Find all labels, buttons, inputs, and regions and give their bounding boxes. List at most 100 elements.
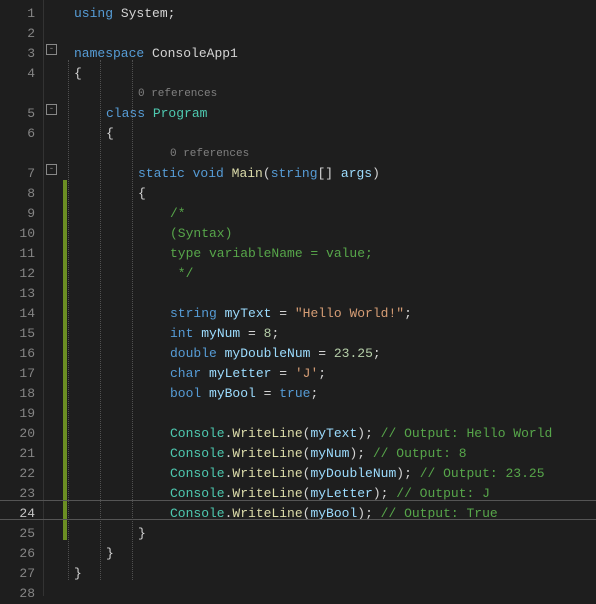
token-p: ;	[271, 326, 279, 341]
token-cmt: /*	[170, 206, 186, 221]
fold-toggle[interactable]: -	[46, 44, 57, 55]
token-str: "Hello World!"	[295, 306, 404, 321]
code-line[interactable]: /*	[74, 204, 596, 224]
token-mth: WriteLine	[232, 466, 302, 481]
token-var: myText	[310, 426, 357, 441]
code-line[interactable]: class Program	[74, 104, 596, 124]
code-line[interactable]: }	[74, 544, 596, 564]
token-p	[145, 106, 153, 121]
code-line[interactable]: Console.WriteLine(myText); // Output: He…	[74, 424, 596, 444]
token-kw: class	[106, 106, 145, 121]
token-p: {	[106, 126, 114, 141]
token-cls: Console	[170, 426, 225, 441]
code-line[interactable]: {	[74, 124, 596, 144]
code-line[interactable]: string myText = "Hello World!";	[74, 304, 596, 324]
fold-toggle[interactable]: -	[46, 164, 57, 175]
token-kw: string	[170, 306, 217, 321]
token-var: myDoubleNum	[225, 346, 311, 361]
token-p: );	[396, 466, 419, 481]
code-line[interactable]: {	[74, 64, 596, 84]
token-cmt: */	[170, 266, 193, 281]
token-cmt: type variableName = value;	[170, 246, 373, 261]
line-number: 7	[0, 164, 35, 184]
token-str: 'J'	[295, 366, 318, 381]
line-number: 21	[0, 444, 35, 464]
code-line[interactable]	[74, 404, 596, 424]
line-number: 10	[0, 224, 35, 244]
code-line[interactable]: Console.WriteLine(myBool); // Output: Tr…	[74, 504, 596, 524]
line-number: 5	[0, 104, 35, 124]
token-p: =	[310, 346, 333, 361]
token-mth: WriteLine	[232, 426, 302, 441]
codelens-references[interactable]: 0 references	[74, 144, 596, 164]
token-kw: namespace	[74, 46, 144, 61]
line-number: 17	[0, 364, 35, 384]
code-line[interactable]: }	[74, 564, 596, 584]
token-p: );	[373, 486, 396, 501]
line-number: 22	[0, 464, 35, 484]
code-line[interactable]: (Syntax)	[74, 224, 596, 244]
token-p: =	[271, 306, 294, 321]
token-p: =	[256, 386, 279, 401]
code-line[interactable]: double myDoubleNum = 23.25;	[74, 344, 596, 364]
code-line[interactable]: }	[74, 524, 596, 544]
token-var: myText	[225, 306, 272, 321]
fold-column[interactable]: - - -	[44, 0, 62, 600]
line-number: 27	[0, 564, 35, 584]
code-line[interactable]	[74, 584, 596, 604]
code-line[interactable]: namespace ConsoleApp1	[74, 44, 596, 64]
token-mth: WriteLine	[232, 486, 302, 501]
token-kw: char	[170, 366, 201, 381]
line-number: 25	[0, 524, 35, 544]
line-number: 24	[0, 504, 35, 524]
line-number: 8	[0, 184, 35, 204]
code-line[interactable]: static void Main(string[] args)	[74, 164, 596, 184]
token-p: );	[357, 426, 380, 441]
code-line[interactable]: {	[74, 184, 596, 204]
token-kw: using	[74, 6, 113, 21]
token-p: );	[357, 506, 380, 521]
code-area[interactable]: using System;namespace ConsoleApp1{0 ref…	[68, 0, 596, 596]
line-number: 20	[0, 424, 35, 444]
code-line[interactable]: char myLetter = 'J';	[74, 364, 596, 384]
token-p: =	[271, 366, 294, 381]
token-p: []	[318, 166, 341, 181]
code-line[interactable]: */	[74, 264, 596, 284]
code-line[interactable]: int myNum = 8;	[74, 324, 596, 344]
code-line[interactable]: Console.WriteLine(myNum); // Output: 8	[74, 444, 596, 464]
token-p: {	[138, 186, 146, 201]
line-number: 26	[0, 544, 35, 564]
token-cls: Console	[170, 446, 225, 461]
token-var: myLetter	[209, 366, 271, 381]
line-number: 28	[0, 584, 35, 604]
code-line[interactable]: using System;	[74, 4, 596, 24]
line-number: 6	[0, 124, 35, 144]
token-cmt: (Syntax)	[170, 226, 232, 241]
codelens-references[interactable]: 0 references	[74, 84, 596, 104]
token-p	[144, 46, 152, 61]
line-number: 19	[0, 404, 35, 424]
token-p	[217, 346, 225, 361]
code-editor[interactable]: 1234567891011121314151617181920212223242…	[0, 0, 596, 596]
line-number: 12	[0, 264, 35, 284]
line-number: 11	[0, 244, 35, 264]
token-var: myNum	[201, 326, 240, 341]
token-ns: ConsoleApp1	[152, 46, 238, 61]
line-number: 16	[0, 344, 35, 364]
code-line[interactable]	[74, 24, 596, 44]
token-cls: Program	[153, 106, 208, 121]
fold-toggle[interactable]: -	[46, 104, 57, 115]
token-cmt: // Output: True	[381, 506, 498, 521]
token-var: myLetter	[310, 486, 372, 501]
code-line[interactable]: Console.WriteLine(myLetter); // Output: …	[74, 484, 596, 504]
indent-guide	[132, 60, 133, 580]
token-p	[201, 386, 209, 401]
code-line[interactable]: Console.WriteLine(myDoubleNum); // Outpu…	[74, 464, 596, 484]
token-p	[224, 166, 232, 181]
code-line[interactable]	[74, 284, 596, 304]
line-number: 18	[0, 384, 35, 404]
code-line[interactable]: bool myBool = true;	[74, 384, 596, 404]
code-line[interactable]: type variableName = value;	[74, 244, 596, 264]
token-kw: static	[138, 166, 185, 181]
token-mth: Main	[232, 166, 263, 181]
